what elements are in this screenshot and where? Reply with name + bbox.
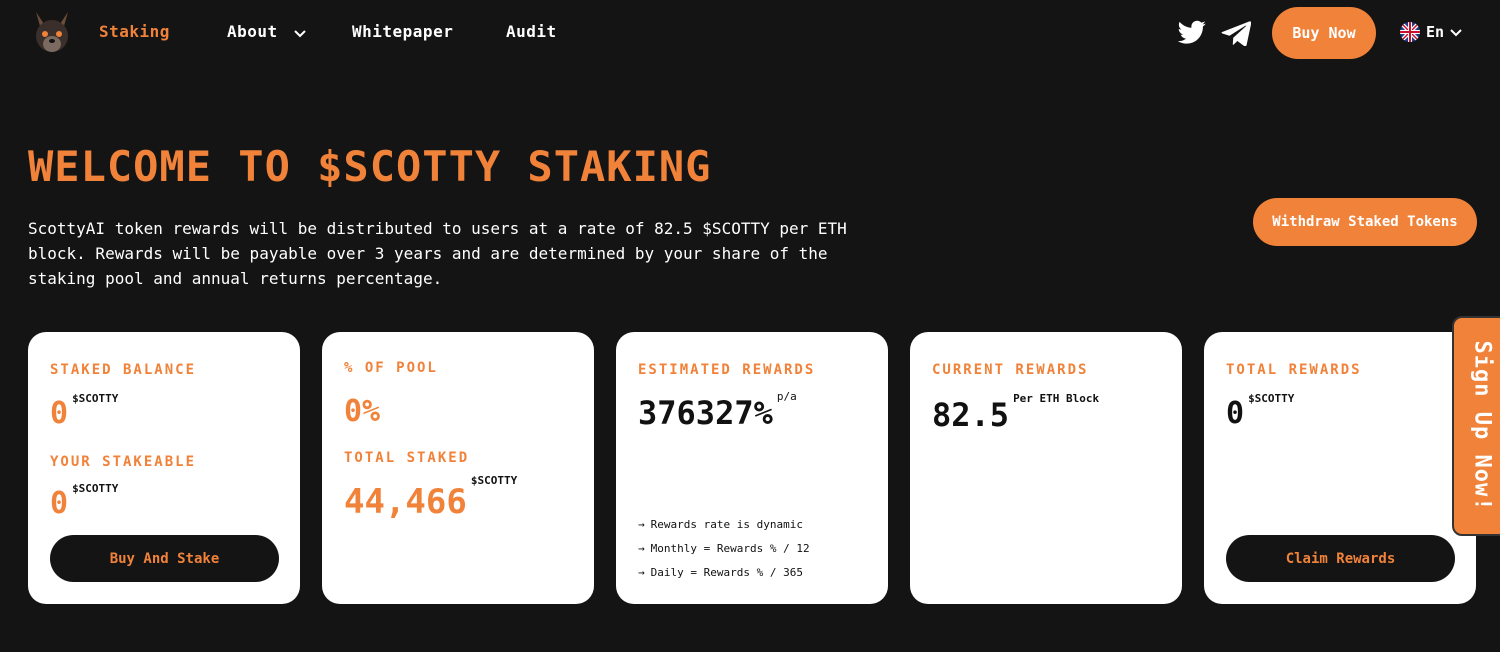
stakeable-unit: $SCOTTY xyxy=(72,482,119,495)
note-text: Daily = Rewards % / 365 xyxy=(650,565,803,579)
note-text: Monthly = Rewards % / 12 xyxy=(650,541,810,555)
current-rewards-card: CURRENT REWARDS 82.5 Per ETH Block xyxy=(910,332,1182,604)
arrow-right-icon: → xyxy=(638,517,645,531)
hero-description: ScottyAI token rewards will be distribut… xyxy=(28,219,847,288)
stakeable-value: 0 xyxy=(50,486,69,521)
scotty-logo-icon[interactable] xyxy=(32,10,72,54)
telegram-icon[interactable] xyxy=(1221,20,1252,47)
total-staked-value-row: 44,466$SCOTTY xyxy=(344,474,517,522)
current-rewards-value-row: 82.5 Per ETH Block xyxy=(932,392,1099,434)
list-item: → Daily = Rewards % / 365 xyxy=(638,560,810,584)
nav-link-staking[interactable]: Staking xyxy=(99,22,170,41)
estimated-rewards-card: ESTIMATED REWARDS 376327% p/a → Rewards r… xyxy=(616,332,888,604)
sign-up-now-label: Sign Up Now! xyxy=(1469,340,1495,512)
top-navigation: Staking About Whitepaper Audit Buy Now E… xyxy=(0,0,1500,66)
page-title: WELCOME TO $SCOTTY STAKING xyxy=(28,142,712,191)
withdraw-label: Withdraw Staked Tokens xyxy=(1272,214,1458,230)
chevron-down-icon xyxy=(1450,23,1462,41)
total-rewards-card: TOTAL REWARDS 0 $SCOTTY Claim Rewards xyxy=(1204,332,1476,604)
nav-link-staking-label: Staking xyxy=(99,22,170,41)
estimated-rewards-label: ESTIMATED REWARDS xyxy=(638,362,816,378)
buy-now-label: Buy Now xyxy=(1292,24,1356,42)
withdraw-staked-tokens-button[interactable]: Withdraw Staked Tokens xyxy=(1253,198,1477,246)
staked-balance-value-row: 0 $SCOTTY xyxy=(50,392,118,431)
total-rewards-value-row: 0 $SCOTTY xyxy=(1226,392,1294,431)
claim-rewards-button[interactable]: Claim Rewards xyxy=(1226,535,1455,582)
total-rewards-value: 0 xyxy=(1226,396,1245,431)
buy-and-stake-button[interactable]: Buy And Stake xyxy=(50,535,279,582)
pool-share-label: % OF POOL xyxy=(344,360,438,376)
staked-balance-unit: $SCOTTY xyxy=(72,392,119,405)
buy-now-button[interactable]: Buy Now xyxy=(1272,7,1376,59)
note-text: Rewards rate is dynamic xyxy=(650,517,803,531)
staked-balance-label: STAKED BALANCE xyxy=(50,362,197,378)
total-staked-value: 44,466 xyxy=(344,482,467,522)
list-item: → Rewards rate is dynamic xyxy=(638,512,810,536)
arrow-right-icon: → xyxy=(638,541,645,555)
language-label: En xyxy=(1426,23,1445,41)
list-item: → Monthly = Rewards % / 12 xyxy=(638,536,810,560)
claim-rewards-label: Claim Rewards xyxy=(1285,550,1396,567)
staked-balance-value: 0 xyxy=(50,396,69,431)
total-staked-unit: $SCOTTY xyxy=(470,474,518,487)
language-selector[interactable]: En xyxy=(1400,22,1462,42)
current-rewards-value: 82.5 xyxy=(932,396,1010,434)
current-rewards-label: CURRENT REWARDS xyxy=(932,362,1089,378)
pool-share-value: 0% xyxy=(344,394,381,429)
estimated-rewards-value-row: 376327% p/a xyxy=(638,390,797,432)
buy-and-stake-label: Buy And Stake xyxy=(109,550,220,567)
estimated-rewards-unit: p/a xyxy=(776,390,797,403)
your-stakeable-label: YOUR STAKEABLE xyxy=(50,454,197,470)
arrow-right-icon: → xyxy=(638,565,645,579)
current-rewards-unit: Per ETH Block xyxy=(1013,392,1100,405)
nav-link-about[interactable]: About xyxy=(227,22,306,42)
uk-flag-icon xyxy=(1400,22,1420,42)
chevron-down-icon xyxy=(294,23,306,42)
nav-link-about-label: About xyxy=(227,22,278,41)
sign-up-now-tab[interactable]: Sign Up Now! xyxy=(1452,316,1500,536)
staked-balance-card: STAKED BALANCE 0 $SCOTTY YOUR STAKEABLE 0… xyxy=(28,332,300,604)
estimated-rewards-value: 376327% xyxy=(638,394,773,432)
total-rewards-label: TOTAL REWARDS xyxy=(1226,362,1362,378)
rewards-notes-list: → Rewards rate is dynamic → Monthly = Re… xyxy=(638,512,810,584)
nav-link-audit[interactable]: Audit xyxy=(506,22,557,41)
stakeable-value-row: 0 $SCOTTY xyxy=(50,482,118,521)
nav-link-audit-label: Audit xyxy=(506,22,557,41)
twitter-icon[interactable] xyxy=(1177,20,1207,46)
total-staked-label: TOTAL STAKED xyxy=(344,450,470,466)
total-rewards-unit: $SCOTTY xyxy=(1248,392,1295,405)
nav-link-whitepaper-label: Whitepaper xyxy=(352,22,454,41)
pool-share-card: % OF POOL 0% TOTAL STAKED 44,466$SCOTTY xyxy=(322,332,594,604)
nav-link-whitepaper[interactable]: Whitepaper xyxy=(352,22,453,41)
